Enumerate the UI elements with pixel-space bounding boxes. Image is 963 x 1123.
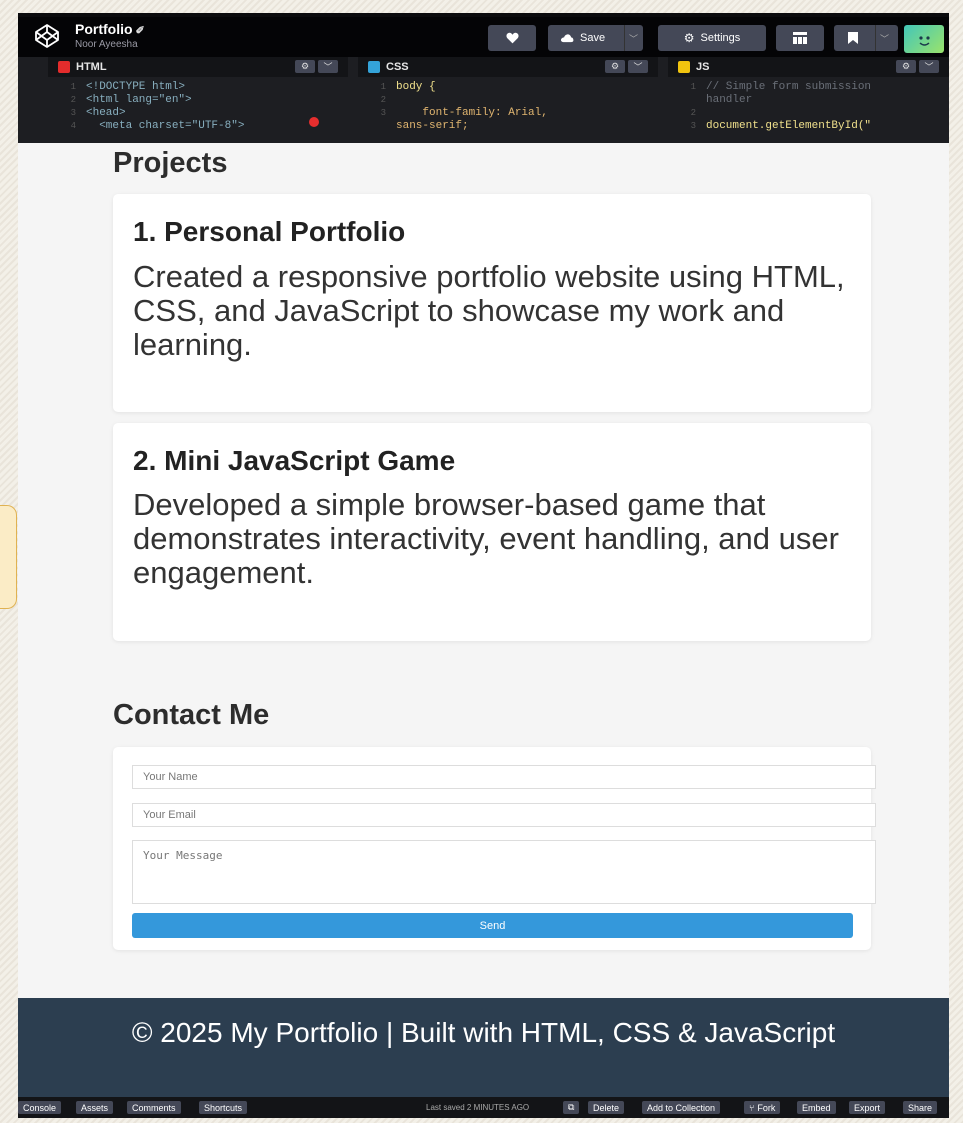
css-code[interactable]: 1 body { 2 3 font-family: Arial, sans-ser… (358, 77, 658, 133)
html-editor[interactable]: HTML ⚙ ﹀ 1 <!DOCTYPE html> 2 <html lang="en… (48, 57, 348, 143)
message-textarea[interactable] (132, 840, 876, 904)
code-line: handler (706, 94, 753, 106)
html-code[interactable]: 1 <!DOCTYPE html> 2 <html lang="en"> 3 <hea… (48, 77, 348, 133)
save-status: Last saved 2 MINUTES AGO (426, 1103, 530, 1112)
export-button[interactable]: Export (849, 1101, 886, 1114)
site-footer: © 2025 My Portfolio | Built with HTML, C… (18, 998, 949, 1097)
bottom-bar: Console Assets Comments Shortcuts Last s… (18, 1097, 949, 1118)
code-line: body { (396, 81, 436, 93)
gear-icon: ⚙ (683, 31, 695, 45)
project-card: 1. Personal Portfolio Created a responsi… (113, 194, 871, 412)
add-to-collection-button[interactable]: Add to Collection (642, 1101, 721, 1114)
project-description: Created a responsive portfolio website u… (133, 259, 845, 362)
edit-pencil-icon[interactable]: ✐ (136, 25, 145, 37)
side-decoration (0, 505, 17, 609)
error-indicator-icon[interactable] (309, 117, 319, 127)
chevron-down-icon[interactable]: ﹀ (318, 60, 338, 73)
chevron-down-icon[interactable]: ﹀ (919, 60, 939, 73)
code-line: <!DOCTYPE html> (86, 81, 186, 93)
chevron-down-icon[interactable]: ﹀ (880, 32, 889, 45)
heart-icon (505, 32, 519, 44)
gear-icon[interactable]: ⚙ (605, 60, 625, 73)
settings-label: Settings (700, 32, 741, 44)
js-editor-header: JS ⚙ ﹀ (668, 57, 949, 77)
css-editor[interactable]: CSS ⚙ ﹀ 1 body { 2 3 font-family: Arial, s… (358, 57, 658, 143)
project-title[interactable]: Portfolio ✐ (75, 21, 145, 37)
chevron-down-icon[interactable]: ﹀ (628, 60, 648, 73)
divider (875, 25, 876, 51)
editor-panels: HTML ⚙ ﹀ 1 <!DOCTYPE html> 2 <html lang="en… (18, 57, 949, 143)
code-line: <html lang="en"> (86, 94, 192, 106)
heart-button[interactable] (488, 25, 536, 51)
project-description: Developed a simple browser-based game th… (133, 487, 839, 590)
gear-icon[interactable]: ⚙ (896, 60, 916, 73)
divider (624, 25, 625, 51)
html-badge-icon (58, 61, 70, 73)
project-card: 2. Mini JavaScript Game Developed a simp… (113, 423, 871, 641)
console-button[interactable]: Console (18, 1101, 62, 1114)
bookmark-icon (848, 32, 858, 44)
chevron-down-icon[interactable]: ﹀ (629, 32, 638, 45)
project-title-text[interactable]: Portfolio (75, 21, 133, 37)
gear-icon[interactable]: ⚙ (295, 60, 315, 73)
top-bar: Portfolio ✐ Noor Ayeesha Save ﹀ ⚙ Setting… (18, 17, 949, 57)
embed-button[interactable]: Embed (797, 1101, 836, 1114)
save-button[interactable]: Save ﹀ (548, 25, 643, 51)
projects-heading: Projects (113, 147, 228, 179)
avatar[interactable] (904, 25, 944, 53)
js-title: JS (696, 61, 710, 73)
name-input[interactable] (132, 765, 876, 789)
html-title: HTML (76, 61, 107, 73)
footer-text: © 2025 My Portfolio | Built with HTML, C… (131, 1017, 836, 1048)
code-line: font-family: Arial, (396, 107, 548, 119)
code-line: sans-serif; (396, 120, 469, 132)
code-line: // Simple form submission (706, 81, 872, 93)
project-title: 1. Personal Portfolio (133, 216, 406, 247)
send-button[interactable]: Send (132, 913, 853, 938)
project-author[interactable]: Noor Ayeesha (75, 39, 138, 50)
contact-form: Send (113, 747, 876, 950)
code-line: <head> (86, 107, 126, 119)
open-external-icon[interactable]: ⧉ (563, 1101, 580, 1114)
code-line: <meta charset="UTF-8"> (86, 120, 245, 132)
css-badge-icon (368, 61, 380, 73)
css-editor-header: CSS ⚙ ﹀ (358, 57, 658, 77)
user-face-icon (919, 36, 930, 46)
contact-heading: Contact Me (113, 699, 270, 731)
fork-label: Fork (757, 1102, 776, 1113)
settings-button[interactable]: ⚙ Settings (658, 25, 766, 51)
fork-icon: ⑂ (749, 1102, 755, 1113)
email-input[interactable] (132, 803, 876, 827)
share-button[interactable]: Share (903, 1101, 938, 1114)
assets-button[interactable]: Assets (76, 1101, 114, 1114)
js-badge-icon (678, 61, 690, 73)
code-line: document.getElementById(" (706, 120, 872, 132)
css-title: CSS (386, 61, 409, 73)
comments-button[interactable]: Comments (127, 1101, 181, 1114)
html-editor-header: HTML ⚙ ﹀ (48, 57, 348, 77)
delete-button[interactable]: Delete (588, 1101, 625, 1114)
preview-pane: Projects 1. Personal Portfolio Created a… (18, 143, 949, 998)
layout-button[interactable] (776, 25, 824, 51)
js-editor[interactable]: JS ⚙ ﹀ 1// Simple form submission handler… (668, 57, 949, 143)
shortcuts-button[interactable]: Shortcuts (199, 1101, 248, 1114)
layout-icon (793, 32, 807, 44)
cloud-icon (560, 34, 574, 43)
save-label: Save (580, 32, 606, 44)
bookmark-button[interactable]: ﹀ (834, 25, 898, 51)
js-code[interactable]: 1// Simple form submission handler 2 3 do… (668, 77, 949, 133)
project-title: 2. Mini JavaScript Game (133, 445, 456, 476)
codepen-logo-icon[interactable] (34, 23, 60, 49)
fork-button[interactable]: ⑂ Fork (744, 1101, 781, 1114)
